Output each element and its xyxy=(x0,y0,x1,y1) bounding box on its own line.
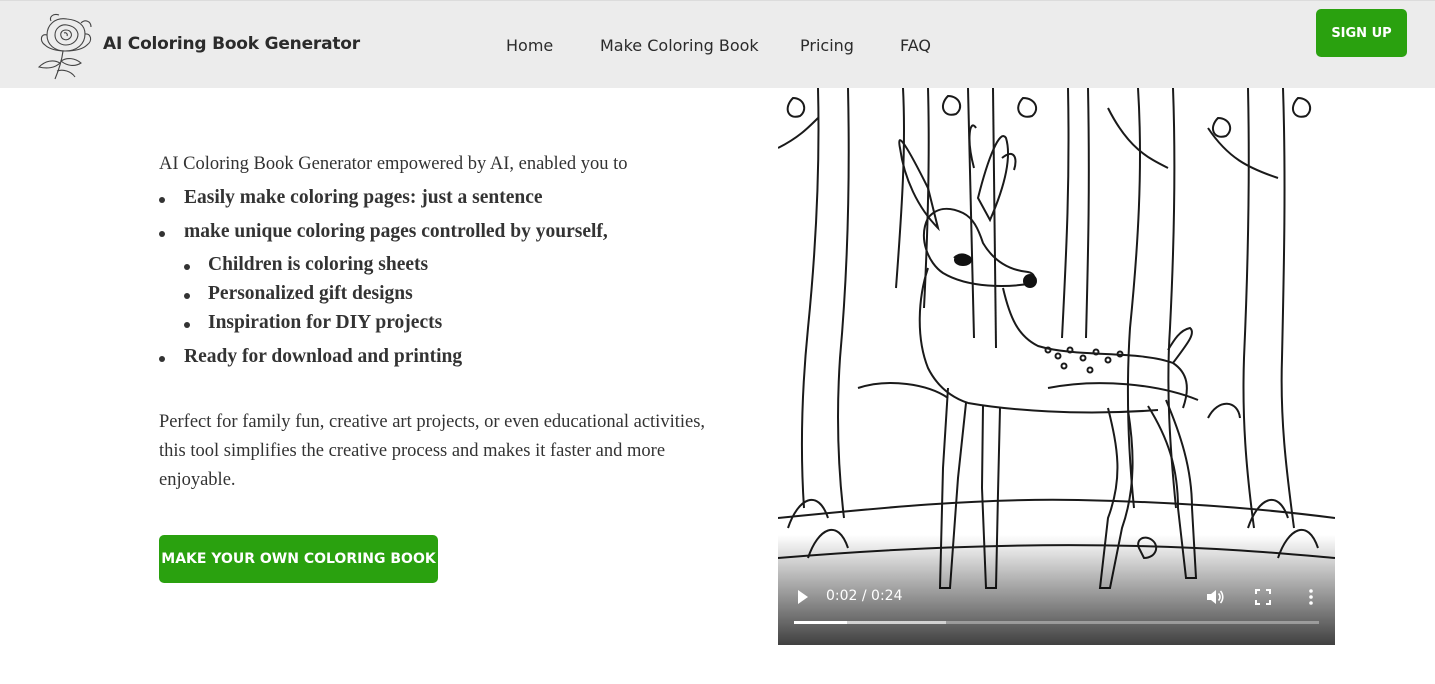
video-played-bar xyxy=(794,621,847,624)
sign-up-button[interactable]: SIGN UP xyxy=(1316,9,1407,57)
site-header: AI Coloring Book Generator Home Make Col… xyxy=(0,0,1435,88)
demo-video[interactable]: 0:02 / 0:24 xyxy=(778,88,1335,645)
volume-icon[interactable] xyxy=(1206,588,1224,606)
fullscreen-icon[interactable] xyxy=(1255,589,1271,605)
feature-subitem: Personalized gift designs xyxy=(159,281,719,310)
feature-subitem: Children is coloring sheets xyxy=(159,252,719,281)
feature-item: Ready for download and printing xyxy=(159,343,719,377)
play-icon[interactable] xyxy=(796,588,810,606)
rose-icon[interactable] xyxy=(33,11,101,81)
video-time-display: 0:02 / 0:24 xyxy=(826,588,903,604)
nav-make-coloring-book[interactable]: Make Coloring Book xyxy=(600,36,759,55)
feature-list: Easily make coloring pages: just a sente… xyxy=(159,184,719,377)
video-progress-bar[interactable] xyxy=(794,621,1319,624)
nav-pricing[interactable]: Pricing xyxy=(800,36,854,55)
more-options-icon[interactable] xyxy=(1307,588,1315,606)
make-coloring-book-button[interactable]: MAKE YOUR OWN COLORING BOOK xyxy=(159,535,438,583)
feature-item: Easily make coloring pages: just a sente… xyxy=(159,184,719,218)
nav-faq[interactable]: FAQ xyxy=(900,36,931,55)
feature-item: make unique coloring pages controlled by… xyxy=(159,218,719,252)
intro-text: AI Coloring Book Generator empowered by … xyxy=(159,154,628,174)
feature-subitem: Inspiration for DIY projects xyxy=(159,310,719,339)
description-paragraph: Perfect for family fun, creative art pro… xyxy=(159,412,706,490)
brand-name[interactable]: AI Coloring Book Generator xyxy=(103,34,360,54)
nav-home[interactable]: Home xyxy=(506,36,553,55)
